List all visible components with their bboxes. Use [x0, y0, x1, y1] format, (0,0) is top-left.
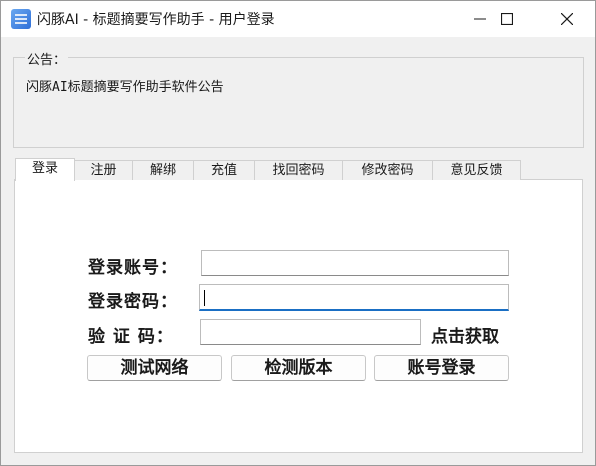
account-input[interactable] — [201, 250, 509, 276]
captcha-input[interactable] — [200, 319, 421, 345]
notice-groupbox — [13, 57, 584, 148]
app-logo-icon — [11, 9, 31, 29]
check-version-button[interactable]: 检测版本 — [231, 355, 366, 381]
window-title: 闪豚AI - 标题摘要写作助手 - 用户登录 — [37, 12, 275, 28]
login-tab-panel — [14, 179, 583, 453]
maximize-button[interactable] — [484, 1, 530, 37]
password-input[interactable] — [199, 284, 509, 311]
tab-unbind[interactable]: 解绑 — [132, 160, 194, 180]
tab-recharge[interactable]: 充值 — [193, 160, 255, 180]
captcha-label: 验 证 码： — [88, 327, 174, 347]
password-label: 登录密码： — [88, 292, 178, 312]
tab-recover-password[interactable]: 找回密码 — [254, 160, 343, 180]
tab-feedback[interactable]: 意见反馈 — [432, 160, 521, 180]
test-network-button[interactable]: 测试网络 — [87, 355, 222, 381]
account-label: 登录账号： — [88, 258, 178, 278]
maximize-icon — [501, 13, 513, 25]
close-button[interactable] — [544, 1, 590, 37]
account-login-button[interactable]: 账号登录 — [374, 355, 509, 381]
notice-text: 闪豚AI标题摘要写作助手软件公告 — [26, 80, 224, 95]
text-caret — [204, 290, 205, 306]
tab-login[interactable]: 登录 — [15, 158, 75, 181]
close-icon — [561, 13, 573, 25]
tab-register[interactable]: 注册 — [74, 160, 133, 180]
title-bar: 闪豚AI - 标题摘要写作助手 - 用户登录 — [1, 1, 595, 37]
get-captcha-link[interactable]: 点击获取 — [431, 322, 499, 347]
tab-change-password[interactable]: 修改密码 — [342, 160, 433, 180]
notice-label: 公告： — [25, 49, 69, 68]
app-window: 闪豚AI - 标题摘要写作助手 - 用户登录 公告： 闪豚AI标题摘要写作助手软… — [0, 0, 596, 466]
